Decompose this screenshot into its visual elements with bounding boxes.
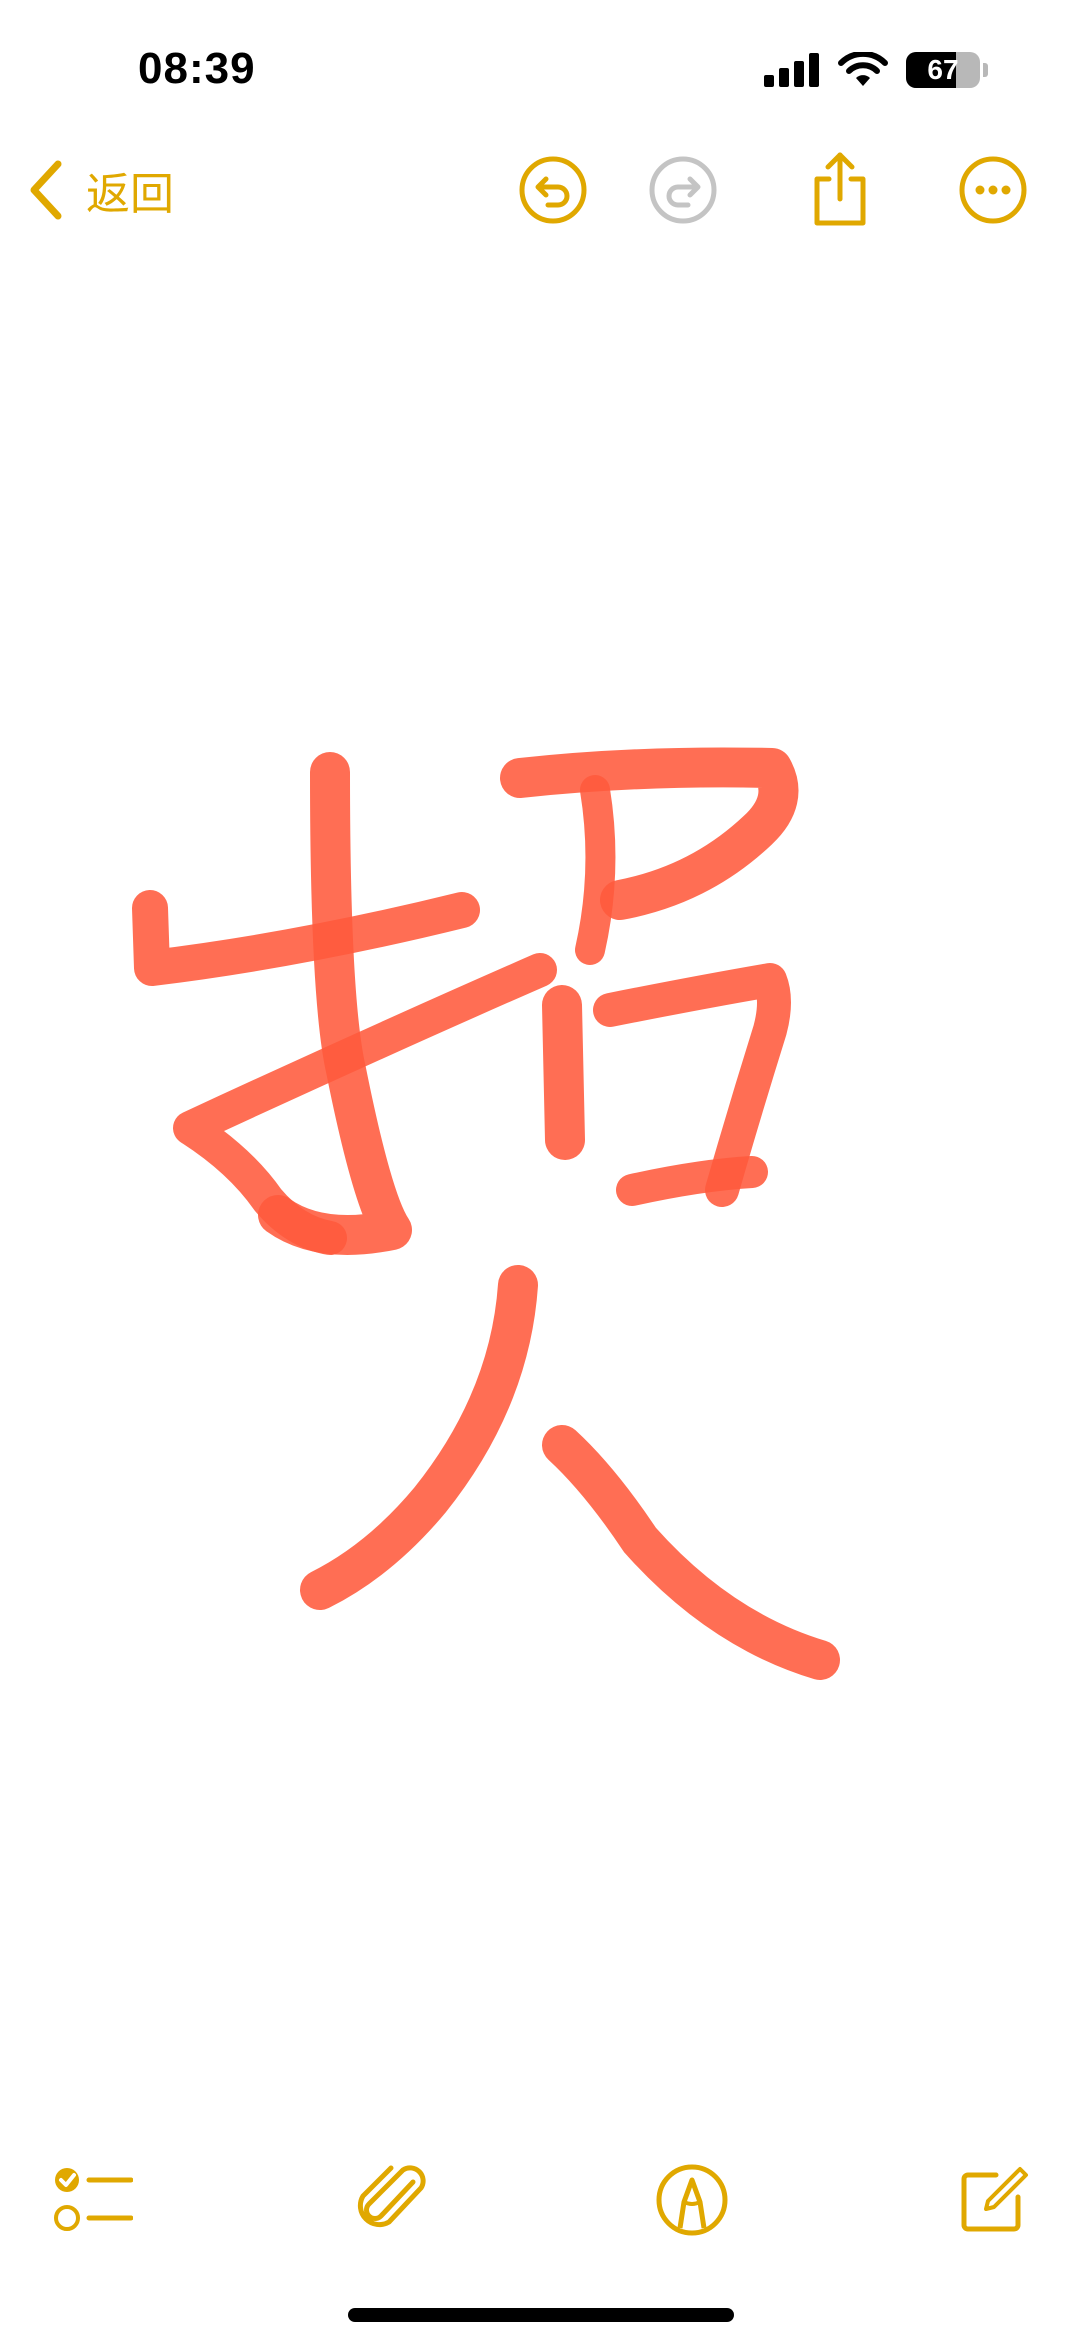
cellular-signal-icon [764, 53, 819, 87]
attachment-icon [357, 2165, 426, 2228]
handwriting-drawing [132, 747, 840, 1680]
redo-button[interactable] [643, 150, 723, 230]
undo-button[interactable] [513, 150, 593, 230]
back-button[interactable]: 返回 [28, 140, 174, 240]
undo-icon [519, 156, 587, 224]
redo-icon [649, 156, 717, 224]
markup-pen-icon [656, 2164, 728, 2236]
status-time: 08:39 [138, 44, 256, 93]
ink-stroke [500, 747, 799, 920]
checklist-button[interactable] [53, 2160, 133, 2240]
ink-stroke [542, 1425, 840, 1680]
chevron-left-icon [30, 160, 62, 220]
share-button[interactable] [800, 150, 880, 230]
battery-icon: 67 [906, 52, 980, 88]
ink-stroke [258, 752, 412, 1255]
ink-stroke [575, 775, 616, 965]
more-icon [959, 156, 1027, 224]
home-indicator[interactable] [348, 2308, 734, 2322]
compose-button[interactable] [953, 2160, 1033, 2240]
ink-stroke [542, 985, 585, 1160]
wifi-icon [838, 52, 888, 86]
share-icon [814, 152, 866, 226]
attachment-button[interactable] [355, 2160, 435, 2240]
ink-stroke [616, 1156, 768, 1206]
bottom-toolbar [0, 2150, 1080, 2250]
back-label: 返回 [86, 169, 174, 220]
compose-icon [961, 2167, 1028, 2232]
drawing-canvas[interactable] [0, 250, 1080, 2100]
checklist-icon [54, 2168, 133, 2231]
status-icons: 67 [764, 52, 988, 88]
battery-cap [983, 63, 988, 77]
ink-stroke [300, 1265, 538, 1610]
nav-bar: 返回 [0, 140, 1080, 240]
markup-button[interactable] [652, 2160, 732, 2240]
battery-percent: 67 [927, 54, 959, 85]
more-button[interactable] [953, 150, 1033, 230]
ink-stroke [132, 890, 480, 986]
status-bar: 08:39 67 [0, 0, 1080, 130]
